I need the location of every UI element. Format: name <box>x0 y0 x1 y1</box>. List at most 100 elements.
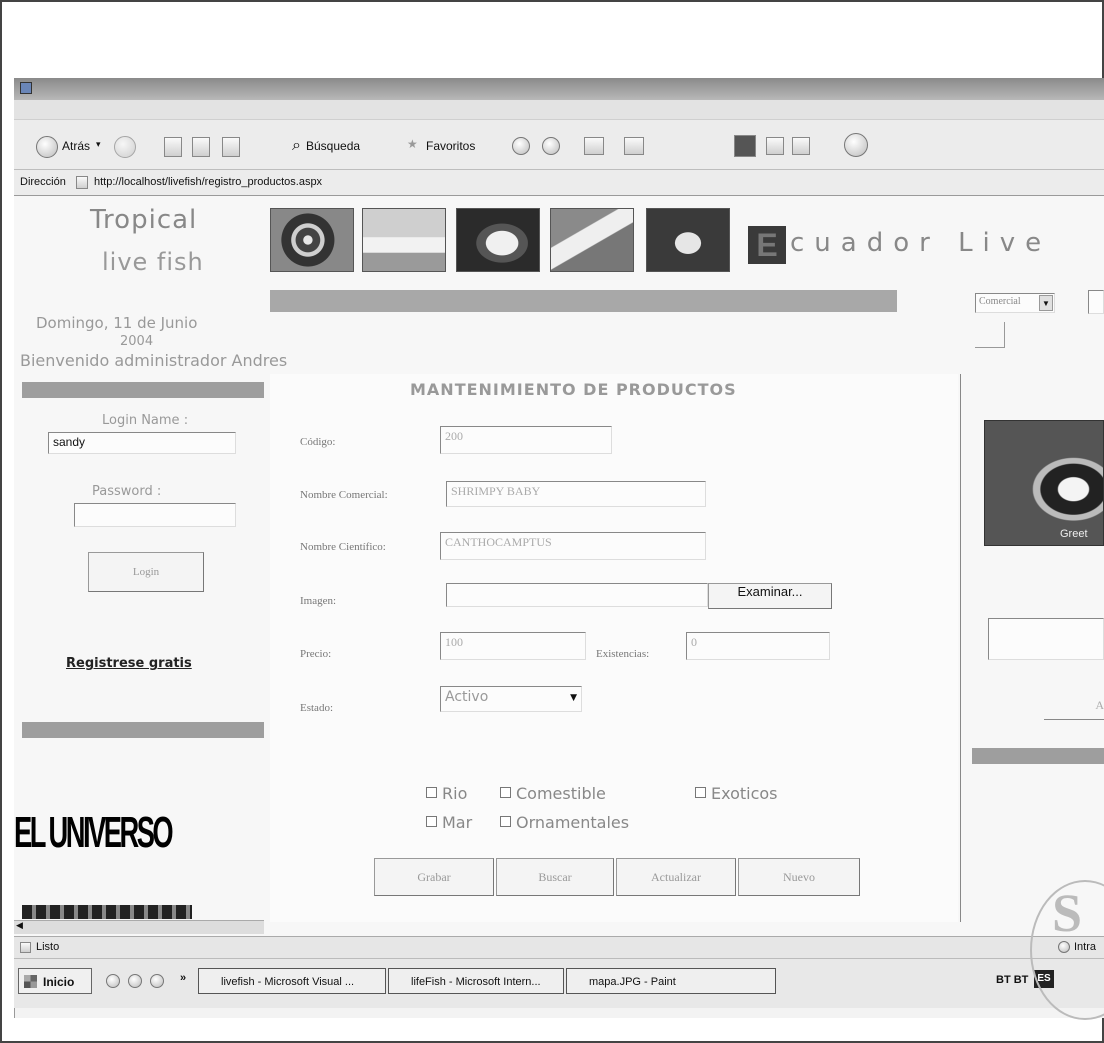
search-icon[interactable]: ⌕ <box>292 137 301 155</box>
browser-toolbar: Atrás ▾ ⌕ Búsqueda ★ Favoritos <box>14 120 1104 170</box>
form-title: MANTENIMIENTO DE PRODUCTOS <box>410 380 737 399</box>
codigo-value: 200 <box>445 429 463 443</box>
actualizar-button[interactable]: Actualizar <box>616 858 736 896</box>
media-icon[interactable] <box>512 137 530 155</box>
fish-thumbnail <box>362 208 446 272</box>
el-universo-logo: EL UNIVERSO <box>14 808 174 857</box>
nombre-cientifico-input[interactable]: CANTHOCAMPTUS <box>440 532 706 560</box>
codigo-label: Código: <box>300 436 336 448</box>
check-comestible[interactable]: Comestible <box>500 784 606 803</box>
window-icon[interactable] <box>734 135 756 157</box>
start-label: Inicio <box>43 975 75 989</box>
taskbar-item[interactable]: mapa.JPG - Paint <box>566 968 776 994</box>
taskbar-item[interactable]: lifeFish - Microsoft Intern... <box>388 968 564 994</box>
existencias-value: 0 <box>691 635 697 649</box>
back-button[interactable]: Atrás <box>62 139 90 153</box>
checkbox-icon <box>695 787 706 798</box>
login-name-input[interactable]: sandy <box>48 432 236 454</box>
estado-value: Activo <box>445 689 489 705</box>
examinar-button[interactable]: Examinar... <box>708 583 832 609</box>
nombre-comercial-input[interactable]: SHRIMPY BABY <box>446 481 706 507</box>
favorites-button[interactable]: Favoritos <box>426 139 475 153</box>
precio-input[interactable]: 100 <box>440 632 586 660</box>
main-nav <box>270 290 897 312</box>
horizontal-scrollbar[interactable]: ◀ <box>14 920 264 934</box>
date-line2: 2004 <box>120 334 154 349</box>
status-text: Listo <box>36 941 60 953</box>
brand-letter: E <box>748 226 786 264</box>
search-button[interactable]: Búsqueda <box>306 139 360 153</box>
nuevo-button[interactable]: Nuevo <box>738 858 860 896</box>
welcome-message: Bienvenido administrador Andres <box>20 351 288 370</box>
fish-thumbnail <box>550 208 634 272</box>
checkbox-icon <box>500 816 511 827</box>
quicklaunch-ie-icon[interactable] <box>106 974 120 988</box>
forward-arrow-icon[interactable] <box>114 136 136 158</box>
status-bar: Listo Intra <box>14 936 1104 958</box>
check-rio[interactable]: Rio <box>426 784 467 803</box>
history-icon[interactable] <box>542 137 560 155</box>
characteristics-header <box>972 748 1104 764</box>
category-select-value: Comercial <box>979 296 1021 307</box>
messenger-icon[interactable] <box>844 133 868 157</box>
chevron-down-icon: ▼ <box>1039 295 1053 311</box>
check-comestible-label: Comestible <box>516 784 606 803</box>
imagen-file-input[interactable] <box>446 583 708 607</box>
estado-label: Estado: <box>300 702 333 714</box>
precio-value: 100 <box>445 635 463 649</box>
tray-text: BT BT <box>996 974 1029 986</box>
imagen-label: Imagen: <box>300 595 337 607</box>
taskbar-item[interactable]: livefish - Microsoft Visual ... <box>198 968 386 994</box>
member-login-header <box>22 382 264 398</box>
browser-title-bar <box>14 78 1104 100</box>
back-dropdown-icon[interactable]: ▾ <box>96 139 101 150</box>
discuss-icon[interactable] <box>792 137 810 155</box>
check-mar-label: Mar <box>442 813 473 832</box>
checkbox-icon <box>426 787 437 798</box>
address-input[interactable]: http://localhost/livefish/registro_produ… <box>94 176 322 188</box>
search-go-box <box>975 322 1005 348</box>
back-arrow-icon[interactable] <box>36 136 58 158</box>
checkbox-icon <box>426 816 437 827</box>
login-name-value: sandy <box>53 435 86 449</box>
search-input[interactable] <box>1088 290 1104 314</box>
codigo-input[interactable]: 200 <box>440 426 612 454</box>
nombre-cientifico-label: Nombre Científico: <box>300 541 386 553</box>
fish-thumbnail <box>270 208 354 272</box>
register-link[interactable]: Registrese gratis <box>66 656 192 671</box>
featured-image-caption: Greet <box>1060 528 1088 540</box>
favorites-star-icon[interactable]: ★ <box>407 137 418 151</box>
right-button[interactable]: A <box>1044 690 1104 720</box>
mail-icon[interactable] <box>584 137 604 155</box>
password-label: Password : <box>92 484 162 499</box>
existencias-input[interactable]: 0 <box>686 632 830 660</box>
password-input[interactable] <box>74 503 236 527</box>
check-exoticos[interactable]: Exoticos <box>695 784 778 803</box>
category-select[interactable]: Comercial ▼ <box>975 293 1055 313</box>
check-mar[interactable]: Mar <box>426 813 472 832</box>
print-icon[interactable] <box>624 137 644 155</box>
edit-icon[interactable] <box>766 137 784 155</box>
check-exoticos-label: Exoticos <box>711 784 778 803</box>
window-icon <box>20 82 32 94</box>
stop-icon[interactable] <box>164 137 182 157</box>
start-button[interactable]: Inicio <box>18 968 92 994</box>
grabar-button[interactable]: Grabar <box>374 858 494 896</box>
chevron-right-icon[interactable]: » <box>180 972 186 984</box>
windows-logo-icon <box>24 975 37 988</box>
quicklaunch-media-icon[interactable] <box>128 974 142 988</box>
home-icon[interactable] <box>222 137 240 157</box>
buscar-button[interactable]: Buscar <box>496 858 614 896</box>
scroll-left-icon[interactable]: ◀ <box>16 921 23 931</box>
logo-line1: Tropical <box>90 205 198 235</box>
checkbox-icon <box>500 787 511 798</box>
estado-select[interactable]: Activo ▼ <box>440 686 582 712</box>
right-input[interactable] <box>988 618 1104 660</box>
check-ornamentales-label: Ornamentales <box>516 813 630 832</box>
login-name-label: Login Name : <box>102 413 189 428</box>
login-button[interactable]: Login <box>88 552 204 592</box>
menu-bar <box>14 100 1104 120</box>
check-ornamentales[interactable]: Ornamentales <box>500 813 629 832</box>
refresh-icon[interactable] <box>192 137 210 157</box>
quicklaunch-desktop-icon[interactable] <box>150 974 164 988</box>
